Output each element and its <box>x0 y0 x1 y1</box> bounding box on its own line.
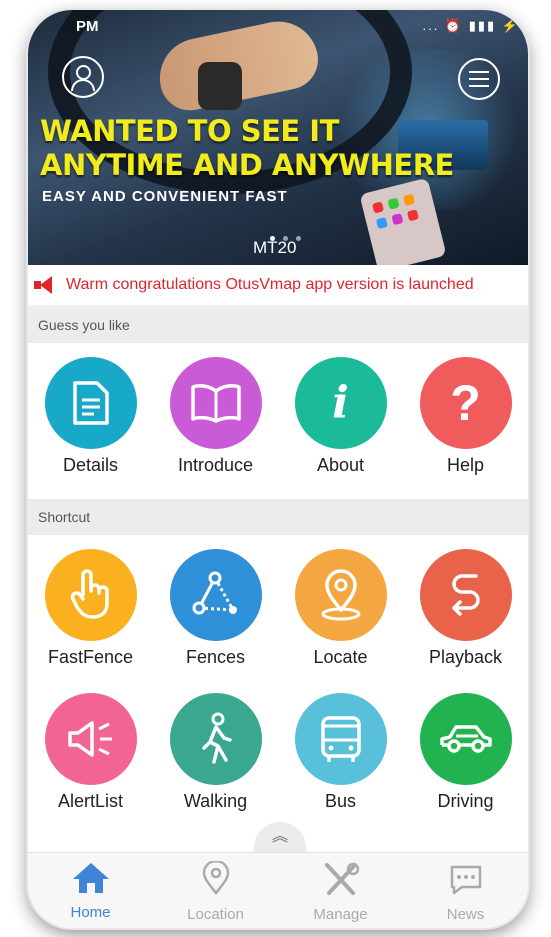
about-circle: i <box>294 357 387 449</box>
shortcut-item-driving[interactable]: Driving <box>403 693 528 812</box>
speaker-icon <box>34 276 58 294</box>
playback-circle <box>419 549 512 641</box>
playback-label: Playback <box>428 647 503 667</box>
tab-location[interactable]: Location <box>153 859 278 923</box>
book-icon <box>190 384 241 423</box>
shortcut-item-walking[interactable]: Walking <box>153 693 278 812</box>
bus-icon <box>320 716 361 762</box>
shortcut-item-fastfence[interactable]: FastFence <box>28 549 153 668</box>
car-icon <box>439 725 492 753</box>
fences-circle <box>169 549 262 641</box>
info-icon: i <box>332 377 349 429</box>
tab-home[interactable]: Home <box>28 861 153 921</box>
fences-label: Fences <box>185 647 246 667</box>
alertlist-label: AlertList <box>57 791 124 811</box>
walking-label: Walking <box>183 791 248 811</box>
chat-icon <box>450 865 481 895</box>
guess-item-details[interactable]: Details <box>28 357 153 476</box>
walking-circle <box>169 693 262 785</box>
shortcut-item-bus[interactable]: Bus <box>278 693 403 812</box>
guess-grid: Details Introduce i About ? Help <box>28 343 528 499</box>
section-shortcut: Shortcut <box>28 499 528 535</box>
location-pin-icon <box>321 569 360 621</box>
banner-model: MT20 <box>253 238 297 257</box>
shortcut-item-fences[interactable]: Fences <box>153 549 278 668</box>
tab-location-label: Location <box>187 906 244 923</box>
promo-banner[interactable]: PM ... ⏰ ▮▮▮ ⚡ WANTED TO SEE IT ANYTIME … <box>28 10 528 265</box>
help-label: Help <box>446 455 485 475</box>
shortcut-item-locate[interactable]: Locate <box>278 549 403 668</box>
document-icon <box>72 381 109 425</box>
watch-graphic <box>198 62 242 110</box>
shortcut-item-alertlist[interactable]: AlertList <box>28 693 153 812</box>
playback-route-icon <box>451 574 480 616</box>
status-time: PM <box>76 18 99 35</box>
bus-label: Bus <box>324 791 357 811</box>
megaphone-icon <box>67 721 112 757</box>
help-circle: ? <box>419 357 512 449</box>
locate-label: Locate <box>313 647 368 667</box>
alertlist-circle <box>44 693 137 785</box>
tab-home-label: Home <box>70 904 111 921</box>
tools-icon <box>324 862 359 895</box>
tab-news[interactable]: News <box>403 861 528 923</box>
tab-manage-label: Manage <box>313 906 368 923</box>
section-guess-you-like: Guess you like <box>28 307 528 343</box>
fastfence-label: FastFence <box>47 647 134 667</box>
bus-circle <box>294 693 387 785</box>
user-icon[interactable] <box>62 56 104 98</box>
driving-label: Driving <box>437 791 494 811</box>
walking-icon <box>201 712 232 764</box>
about-label: About <box>316 455 365 475</box>
fastfence-circle <box>44 549 137 641</box>
shortcut-item-playback[interactable]: Playback <box>403 549 528 668</box>
banner-subline: EASY AND CONVENIENT FAST <box>42 188 288 205</box>
banner-headline-line1: WANTED TO SEE IT <box>40 114 339 148</box>
details-label: Details <box>62 455 119 475</box>
details-circle <box>44 357 137 449</box>
bottom-tab-bar: Home Location Manage News <box>28 852 528 928</box>
status-icons: ... ⏰ ▮▮▮ ⚡ <box>422 18 520 33</box>
introduce-circle <box>169 357 262 449</box>
menu-icon[interactable] <box>458 58 500 100</box>
driving-circle <box>419 693 512 785</box>
guess-item-about[interactable]: i About <box>278 357 403 476</box>
banner-headline: WANTED TO SEE IT ANYTIME AND ANYWHERE <box>40 114 454 182</box>
banner-headline-line2: ANYTIME AND ANYWHERE <box>40 148 454 182</box>
guess-item-help[interactable]: ? Help <box>403 357 528 476</box>
shortcut-grid: FastFence Fences Locate Playback AlertLi… <box>28 535 528 855</box>
tab-manage[interactable]: Manage <box>278 861 403 923</box>
hand-pointer-icon <box>70 569 109 619</box>
notice-text: Warm congratulations OtusVmap app versio… <box>66 276 474 293</box>
home-icon <box>72 863 109 893</box>
phone-frame: PM ... ⏰ ▮▮▮ ⚡ WANTED TO SEE IT ANYTIME … <box>28 10 528 928</box>
notice-bar[interactable]: Warm congratulations OtusVmap app versio… <box>28 265 528 305</box>
guess-item-introduce[interactable]: Introduce <box>153 357 278 476</box>
fence-nodes-icon <box>192 571 237 615</box>
tab-news-label: News <box>446 906 485 923</box>
chevron-double-up-icon: ︽ <box>271 828 288 845</box>
locate-circle <box>294 549 387 641</box>
introduce-label: Introduce <box>177 455 254 475</box>
question-icon: ? <box>450 375 481 431</box>
location-icon <box>202 859 229 896</box>
